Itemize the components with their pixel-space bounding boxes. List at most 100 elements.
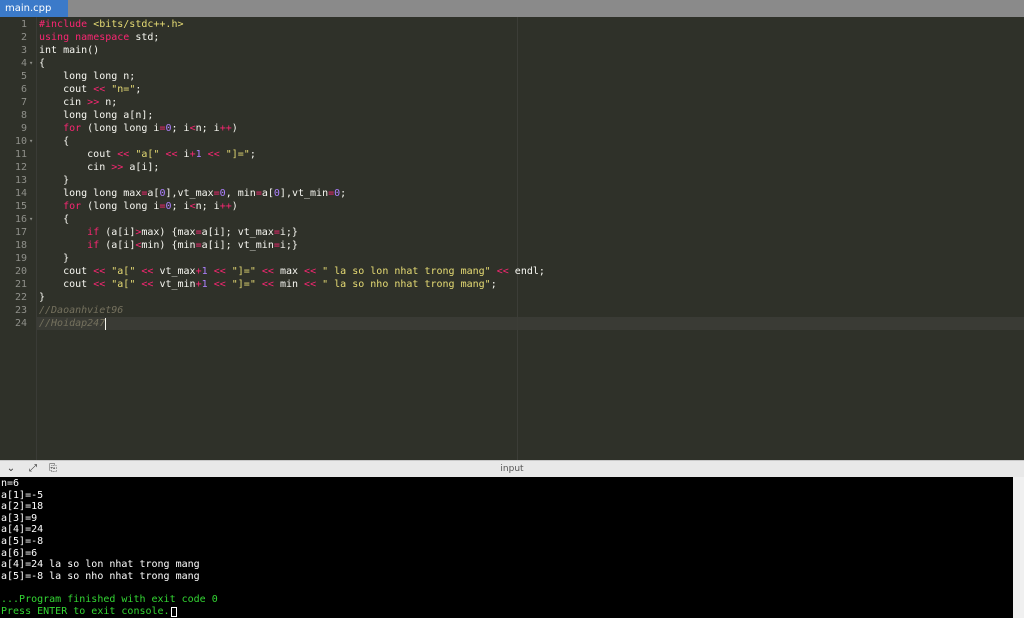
code-line: if (a[i]<min) {min=a[i]; vt_min=i;} <box>39 239 298 252</box>
code-token: a[i]; vt_min <box>201 240 274 251</box>
code-token: , min <box>225 188 256 199</box>
code-token: } <box>39 292 46 303</box>
code-line: for (long long i=0; i<n; i++) <box>39 200 238 213</box>
code-token: << <box>93 279 106 290</box>
copy-icon[interactable]: ⎘ <box>46 461 60 477</box>
code-line: long long max=a[0],vt_max=0, min=a[0],vt… <box>39 187 346 200</box>
code-token: " la so lon nhat trong mang" <box>322 266 491 277</box>
code-line: #include <bits/stdc++.h> <box>39 18 184 31</box>
code-token: } <box>39 175 70 186</box>
code-token: << <box>93 266 106 277</box>
code-editor[interactable]: 1 2 3 4 ▾ 5 6 7 8 9 10 ▾ 11 12 13 14 15 16 ▾ 17 18 19 20 21 22 23… <box>0 17 1024 460</box>
code-token: ; i <box>171 201 190 212</box>
line-number: 6 <box>20 84 27 95</box>
code-token: ; <box>490 279 497 290</box>
code-token: n; i <box>195 123 220 134</box>
code-token: >> <box>87 97 100 108</box>
line-number: 20 <box>14 266 27 277</box>
line-number: 14 <box>14 188 27 199</box>
code-token: #include <box>39 19 94 30</box>
line-number: 2 <box>20 32 27 43</box>
code-line: for (long long i=0; i<n; i++) <box>39 122 238 135</box>
code-token: ; <box>135 84 142 95</box>
code-token: min) {min <box>141 240 196 251</box>
code-token: int main() <box>39 45 100 56</box>
code-token: >> <box>111 162 124 173</box>
collapse-chevron-icon[interactable]: ⌄ <box>4 461 18 477</box>
console-output[interactable]: n=6 a[1]=-5 a[2]=18 a[3]=9 a[4]=24 a[5]=-8 a[6… <box>0 477 1013 618</box>
code-token: << <box>207 149 220 160</box>
code-token: endl; <box>508 266 545 277</box>
code-token: a[ <box>147 188 160 199</box>
code-token: "]=" <box>231 266 256 277</box>
code-token: "n=" <box>111 84 136 95</box>
code-token: long long max <box>39 188 142 199</box>
code-token: i;} <box>279 227 298 238</box>
line-number: 22 <box>14 292 27 303</box>
code-line: { <box>39 135 69 148</box>
line-number: 16 <box>14 214 27 225</box>
console-line: a[2]=18 <box>1 501 44 513</box>
code-token: (long long i <box>81 123 160 134</box>
code-token: a[ <box>261 188 274 199</box>
panel-title: input <box>500 464 524 474</box>
code-token: ; <box>340 188 347 199</box>
line-number: 5 <box>20 71 27 82</box>
code-line: //Hoidap247 <box>39 317 105 330</box>
code-line: cout << "a[" << i+1 << "]="; <box>39 148 256 161</box>
code-token: << <box>93 84 106 95</box>
fold-toggle-icon[interactable]: ▾ <box>29 213 35 226</box>
code-line: cout << "a[" << vt_min+1 << "]=" << min … <box>39 278 497 291</box>
text-cursor <box>105 318 107 330</box>
code-token: "a[" <box>111 279 136 290</box>
line-number: 17 <box>14 227 27 238</box>
line-number: 7 <box>20 97 27 108</box>
console-line: a[5]=-8 la so nho nhat trong mang <box>1 570 200 582</box>
code-token: { <box>39 136 70 147</box>
code-token: n; i <box>195 201 220 212</box>
console-line: a[5]=-8 <box>1 536 44 547</box>
code-token: << <box>496 266 509 277</box>
code-token: cin <box>39 97 88 108</box>
code-token: long long n; <box>39 71 136 82</box>
code-token: max) {max <box>141 227 196 238</box>
code-token: min <box>273 279 305 290</box>
code-token: { <box>39 58 46 69</box>
fold-toggle-icon[interactable]: ▾ <box>29 57 35 70</box>
tab-bar: main.cpp <box>0 0 1024 17</box>
code-token: <bits/stdc++.h> <box>93 19 184 30</box>
code-token: using <box>39 32 70 43</box>
console-line: ...Program finished with exit code 0 <box>1 594 218 605</box>
console-scrollbar[interactable] <box>1013 477 1024 618</box>
code-token: a[i]; <box>123 162 160 173</box>
code-area[interactable]: #include <bits/stdc++.h> using namespace … <box>36 17 1024 460</box>
code-token: " la so nho nhat trong mang" <box>322 279 491 290</box>
code-token: << <box>141 266 154 277</box>
code-line: cin >> a[i]; <box>39 161 159 174</box>
code-token: namespace <box>75 32 130 43</box>
console-line: Press ENTER to exit console. <box>1 605 170 617</box>
code-token: //Daoanhviet96 <box>39 305 124 316</box>
code-token: max <box>273 266 305 277</box>
line-number: 4 <box>20 58 27 69</box>
code-token: n; <box>99 97 118 108</box>
line-number: 1 <box>20 19 27 30</box>
fold-toggle-icon[interactable]: ▾ <box>29 135 35 148</box>
expand-arrows-icon[interactable]: ⤢ <box>26 461 40 477</box>
code-token: "a[" <box>135 149 160 160</box>
code-token: << <box>261 266 274 277</box>
line-number: 11 <box>14 149 27 160</box>
line-number: 8 <box>20 110 27 121</box>
code-token: "a[" <box>111 266 136 277</box>
code-line: long long a[n]; <box>39 109 153 122</box>
code-token: ++ <box>219 201 232 212</box>
code-line: int main() <box>39 44 99 57</box>
code-token: << <box>304 279 317 290</box>
code-token: ; <box>249 149 256 160</box>
code-token: << <box>213 266 226 277</box>
tab-main-cpp[interactable]: main.cpp <box>0 0 68 17</box>
console-line: a[1]=-5 <box>1 489 44 501</box>
code-line: cout << "a[" << vt_max+1 << "]=" << max … <box>39 265 545 278</box>
